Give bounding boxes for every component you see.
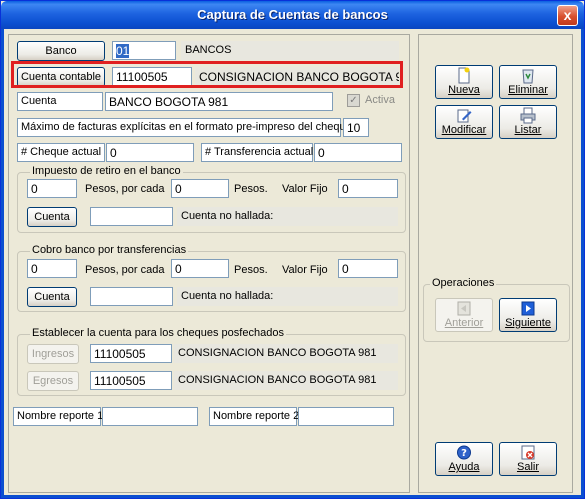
edit-icon (436, 107, 492, 124)
cuenta-field[interactable]: BANCO BOGOTA 981 (105, 92, 333, 111)
reporte1-field[interactable] (102, 407, 198, 426)
help-icon: ? (436, 444, 492, 461)
svg-text:?: ? (461, 448, 467, 459)
reporte2-field[interactable] (298, 407, 394, 426)
recycle-bin-icon (500, 67, 556, 84)
new-document-icon (436, 67, 492, 84)
banco-button[interactable]: Banco (17, 41, 105, 61)
impuesto-cuenta-button[interactable]: Cuenta (27, 207, 77, 227)
reporte1-label: Nombre reporte 1 (13, 407, 103, 426)
banco-code-field[interactable]: 01 (112, 41, 176, 60)
impuesto-por-cada-label: Pesos. (234, 183, 268, 195)
highlight-box (11, 61, 403, 88)
anterior-button[interactable]: Anterior (435, 298, 493, 332)
exit-icon (500, 444, 556, 461)
eliminar-label: Eliminar (508, 84, 548, 96)
operaciones-group-title: Operaciones (430, 277, 497, 289)
cobro-cuenta-status: Cuenta no hallada: (177, 287, 398, 306)
cobro-cuenta-button[interactable]: Cuenta (27, 287, 77, 307)
impuesto-group-title: Impuesto de retiro en el banco (30, 165, 183, 177)
impuesto-cuenta-status: Cuenta no hallada: (177, 207, 398, 226)
right-panel (418, 34, 573, 493)
banco-code: 01 (116, 44, 130, 58)
cheque-actual-label: # Cheque actual (17, 143, 105, 162)
egresos-code[interactable]: 11100505 (90, 371, 172, 390)
title-bar: Captura de Cuentas de bancos x (1, 1, 584, 29)
transferencia-actual-label: # Transferencia actual (201, 143, 313, 162)
impuesto-pesos-label: Pesos, por cada (85, 183, 165, 195)
cobro-valor-fijo-field[interactable]: 0 (338, 259, 398, 278)
ayuda-label: Ayuda (448, 461, 480, 473)
salir-button[interactable]: Salir (499, 442, 557, 476)
ingresos-button[interactable]: Ingresos (27, 344, 79, 364)
cobro-pesos-field[interactable]: 0 (27, 259, 77, 278)
modificar-button[interactable]: Modificar (435, 105, 493, 139)
impuesto-por-cada-field[interactable]: 0 (171, 179, 229, 198)
next-icon (500, 300, 556, 317)
cobro-valor-fijo-label: Valor Fijo (282, 264, 328, 276)
transferencia-actual-field[interactable]: 0 (314, 143, 402, 162)
window-title: Captura de Cuentas de bancos (197, 7, 388, 22)
ingresos-code[interactable]: 11100505 (90, 344, 172, 363)
listar-label: Listar (514, 124, 542, 136)
window-frame-left (1, 29, 4, 498)
cobro-por-cada-label: Pesos. (234, 264, 268, 276)
eliminar-button[interactable]: Eliminar (499, 65, 557, 99)
nueva-label: Nueva (448, 84, 480, 96)
close-button[interactable]: x (557, 5, 578, 26)
impuesto-cuenta-field[interactable] (90, 207, 173, 226)
printer-icon (500, 107, 556, 124)
salir-label: Salir (516, 461, 539, 473)
cuenta-label: Cuenta (17, 92, 103, 111)
cobro-por-cada-field[interactable]: 0 (171, 259, 229, 278)
impuesto-valor-fijo-label: Valor Fijo (282, 183, 328, 195)
posfechados-group-title: Establecer la cuenta para los cheques po… (30, 327, 286, 339)
max-facturas-label: Máximo de facturas explícitas en el form… (17, 118, 352, 137)
nueva-button[interactable]: Nueva (435, 65, 493, 99)
cobro-group-title: Cobro banco por transferencias (30, 244, 189, 256)
window-frame-right (581, 29, 584, 498)
cheque-actual-field[interactable]: 0 (106, 143, 194, 162)
ayuda-button[interactable]: ? Ayuda (435, 442, 493, 476)
impuesto-pesos-field[interactable]: 0 (27, 179, 77, 198)
activa-label: Activa (365, 94, 395, 106)
ingresos-name: CONSIGNACION BANCO BOGOTA 981 (174, 344, 398, 363)
cobro-cuenta-field[interactable] (90, 287, 173, 306)
previous-icon (436, 300, 492, 317)
siguiente-label: Siguiente (505, 317, 551, 329)
reporte2-label: Nombre reporte 2 (209, 407, 299, 426)
activa-checkbox[interactable]: ✓ (347, 94, 360, 107)
egresos-name: CONSIGNACION BANCO BOGOTA 981 (174, 371, 398, 390)
impuesto-valor-fijo-field[interactable]: 0 (338, 179, 398, 198)
listar-button[interactable]: Listar (499, 105, 557, 139)
window-frame-bottom (1, 495, 584, 498)
siguiente-button[interactable]: Siguiente (499, 298, 557, 332)
cobro-pesos-label: Pesos, por cada (85, 264, 165, 276)
egresos-button[interactable]: Egresos (27, 371, 79, 391)
modificar-label: Modificar (441, 124, 487, 136)
anterior-label: Anterior (444, 317, 484, 329)
banco-name: BANCOS (181, 41, 399, 60)
max-facturas-field[interactable]: 10 (343, 118, 369, 137)
window: Captura de Cuentas de bancos x Banco 01 … (0, 0, 585, 499)
